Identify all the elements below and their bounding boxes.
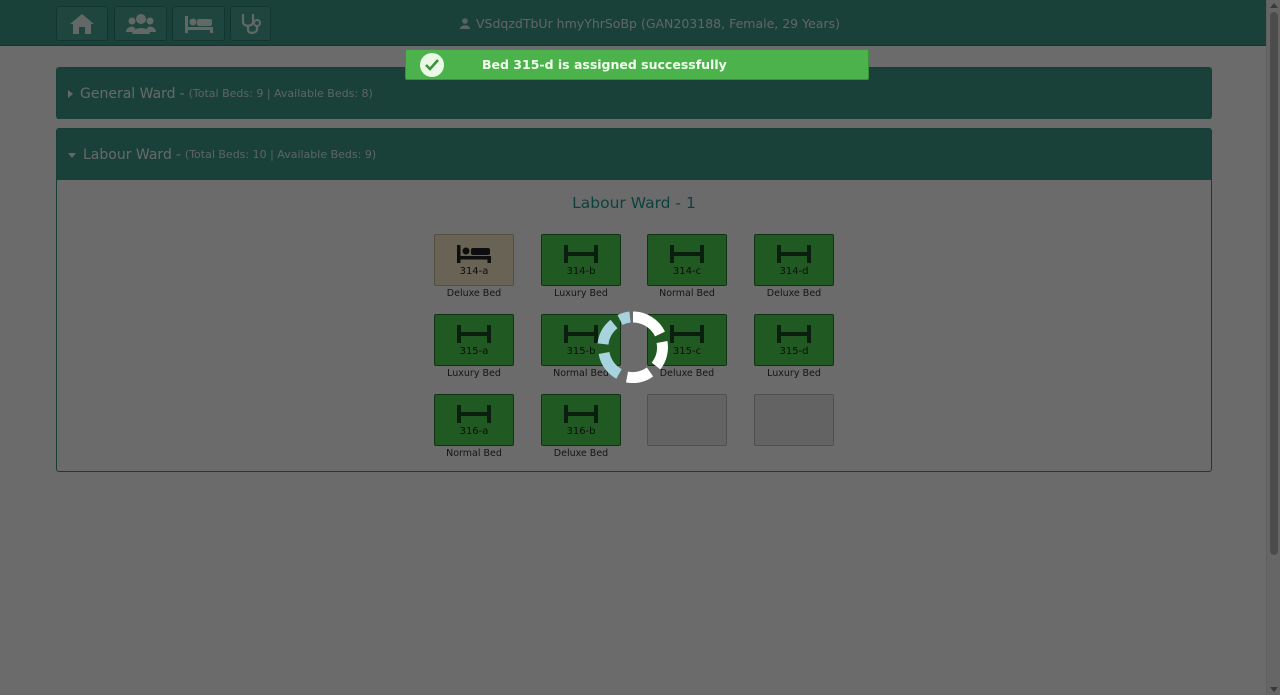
toast-message: Bed 315-d is assigned successfully [482, 57, 727, 72]
caret-down-icon [68, 152, 76, 158]
bed-number: 316-b [566, 426, 596, 437]
bed-number: 316-a [459, 426, 489, 437]
clinical-button[interactable] [230, 6, 271, 41]
empty-bed-slot [754, 394, 834, 446]
ward-name: General Ward [80, 85, 176, 102]
labour-ward-header[interactable]: Labour Ward - (Total Beds: 10 | Availabl… [57, 129, 1211, 180]
bed-type: Deluxe Bed [766, 288, 822, 299]
bed-number: 315-a [459, 346, 489, 357]
bed-tile[interactable]: 315-a [434, 314, 514, 366]
bed-type: Deluxe Bed [553, 448, 609, 459]
bed-icon [457, 325, 491, 343]
bed-tile[interactable]: 314-d [754, 234, 834, 286]
home-icon [70, 13, 94, 34]
occupied-bed-icon [457, 245, 491, 263]
bed-icon [670, 325, 704, 343]
bed-type: Luxury Bed [554, 288, 608, 299]
top-navbar: VSdqzdTbUr hmyYhrSoBp (GAN203188, Female… [0, 0, 1280, 46]
bed-tile[interactable]: 314-c [647, 234, 727, 286]
bed-icon [457, 405, 491, 423]
users-icon [125, 13, 156, 34]
check-circle-icon [420, 52, 444, 77]
bed-number: 314-d [779, 266, 809, 277]
bed-tile [754, 394, 834, 446]
patients-button[interactable] [114, 6, 167, 41]
bed-314-d[interactable]: 314-d Deluxe Bed [754, 234, 834, 299]
patient-details: VSdqzdTbUr hmyYhrSoBp (GAN203188, Female… [476, 15, 840, 31]
user-icon [460, 17, 470, 29]
patient-info: VSdqzdTbUr hmyYhrSoBp (GAN203188, Female… [460, 14, 840, 32]
scroll-up-arrow-icon[interactable] [1270, 3, 1278, 8]
bed-314-a[interactable]: 314-a Deluxe Bed [434, 234, 514, 299]
scrollbar[interactable] [1266, 0, 1280, 695]
bed-314-c[interactable]: 314-c Normal Bed [647, 234, 727, 299]
caret-right-icon [68, 89, 73, 98]
bed-management-button[interactable] [172, 6, 225, 41]
scroll-down-arrow-icon[interactable] [1270, 687, 1278, 692]
bed-tile [647, 394, 727, 446]
empty-bed-slot [647, 394, 727, 446]
bed-316-a[interactable]: 316-a Normal Bed [434, 394, 514, 459]
bed-314-b[interactable]: 314-b Luxury Bed [541, 234, 621, 299]
bed-type: Luxury Bed [447, 368, 501, 379]
bed-number: 314-b [566, 266, 596, 277]
bed-number: 315-b [566, 346, 596, 357]
bed-type: Normal Bed [659, 288, 715, 299]
bed-icon [184, 15, 213, 33]
bed-icon [777, 325, 811, 343]
bed-number: 314-a [459, 266, 489, 277]
bed-tile[interactable]: 315-d [754, 314, 834, 366]
bed-number: 314-c [672, 266, 702, 277]
bed-type: Luxury Bed [767, 368, 821, 379]
bed-icon [564, 245, 598, 263]
bed-icon [670, 245, 704, 263]
ward-separator: - [179, 85, 185, 102]
bed-icon [777, 245, 811, 263]
ward-separator: - [175, 146, 181, 163]
success-toast: Bed 315-d is assigned successfully [405, 49, 869, 80]
labour-ward-panel: Labour Ward - (Total Beds: 10 | Availabl… [56, 128, 1212, 472]
ward-stats: (Total Beds: 10 | Available Beds: 9) [184, 148, 377, 161]
scroll-thumb[interactable] [1270, 12, 1278, 555]
bed-315-a[interactable]: 315-a Luxury Bed [434, 314, 514, 379]
bed-type: Normal Bed [446, 448, 502, 459]
bed-icon [564, 405, 598, 423]
ward-name: Labour Ward [83, 146, 172, 163]
room-title: Labour Ward - 1 [572, 194, 696, 212]
ward-stats: (Total Beds: 9 | Available Beds: 8) [188, 87, 373, 100]
bed-tile[interactable]: 314-b [541, 234, 621, 286]
home-button[interactable] [56, 6, 108, 41]
bed-tile[interactable]: 316-a [434, 394, 514, 446]
bed-type: Deluxe Bed [446, 288, 502, 299]
bed-315-d[interactable]: 315-d Luxury Bed [754, 314, 834, 379]
loading-spinner-icon [597, 311, 668, 383]
bed-316-b[interactable]: 316-b Deluxe Bed [541, 394, 621, 459]
bed-number: 315-c [672, 346, 702, 357]
stethoscope-icon [241, 13, 261, 34]
bed-tile[interactable]: 316-b [541, 394, 621, 446]
bed-tile[interactable]: 314-a [434, 234, 514, 286]
bed-icon [564, 325, 598, 343]
bed-number: 315-d [779, 346, 809, 357]
